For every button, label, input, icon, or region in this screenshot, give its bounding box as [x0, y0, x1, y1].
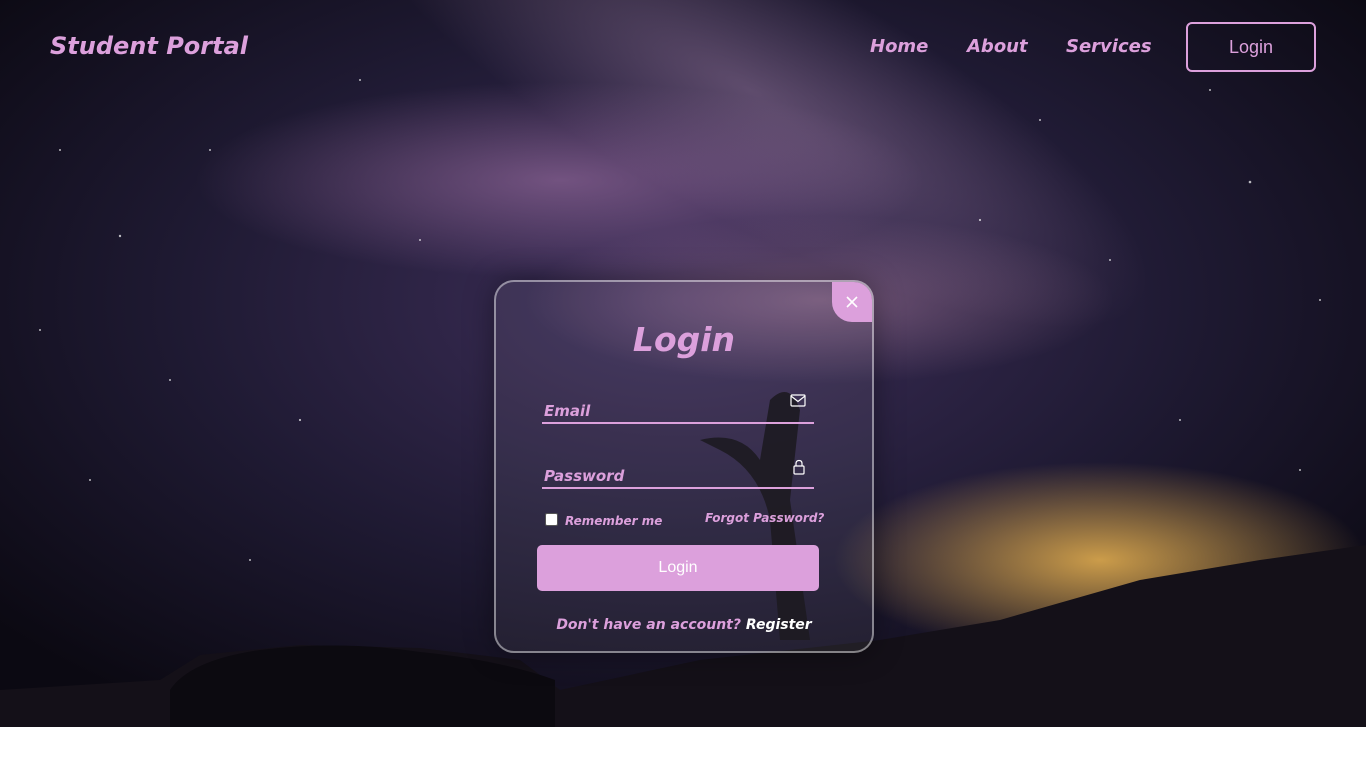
site-logo[interactable]: Student Portal — [50, 32, 248, 60]
close-button[interactable] — [832, 282, 872, 322]
top-nav: Student Portal Home About Services Login — [0, 0, 1366, 95]
nav-about[interactable]: About — [967, 36, 1028, 57]
nav-login-button[interactable]: Login — [1186, 22, 1316, 72]
nav-services[interactable]: Services — [1066, 36, 1152, 57]
register-prompt: Don't have an account? — [556, 617, 741, 633]
mail-icon — [790, 394, 806, 407]
register-line: Don't have an account? Register — [496, 617, 872, 633]
nav-home[interactable]: Home — [870, 36, 928, 57]
remember-me: Remember me — [545, 512, 663, 528]
email-field[interactable]: Email — [542, 388, 814, 424]
forgot-password-link[interactable]: Forgot Password? — [705, 511, 824, 525]
register-link[interactable]: Register — [746, 617, 812, 633]
remember-label: Remember me — [565, 514, 663, 528]
password-label: Password — [544, 467, 625, 485]
email-label: Email — [544, 402, 591, 420]
close-icon — [846, 296, 858, 308]
lock-icon — [793, 459, 805, 475]
login-title: Login — [632, 320, 736, 359]
remember-checkbox[interactable] — [545, 512, 558, 526]
password-field[interactable]: Password — [542, 453, 814, 489]
login-card: Login Email Password Remember me Forgot … — [494, 280, 874, 653]
login-submit-button[interactable]: Login — [537, 545, 819, 591]
